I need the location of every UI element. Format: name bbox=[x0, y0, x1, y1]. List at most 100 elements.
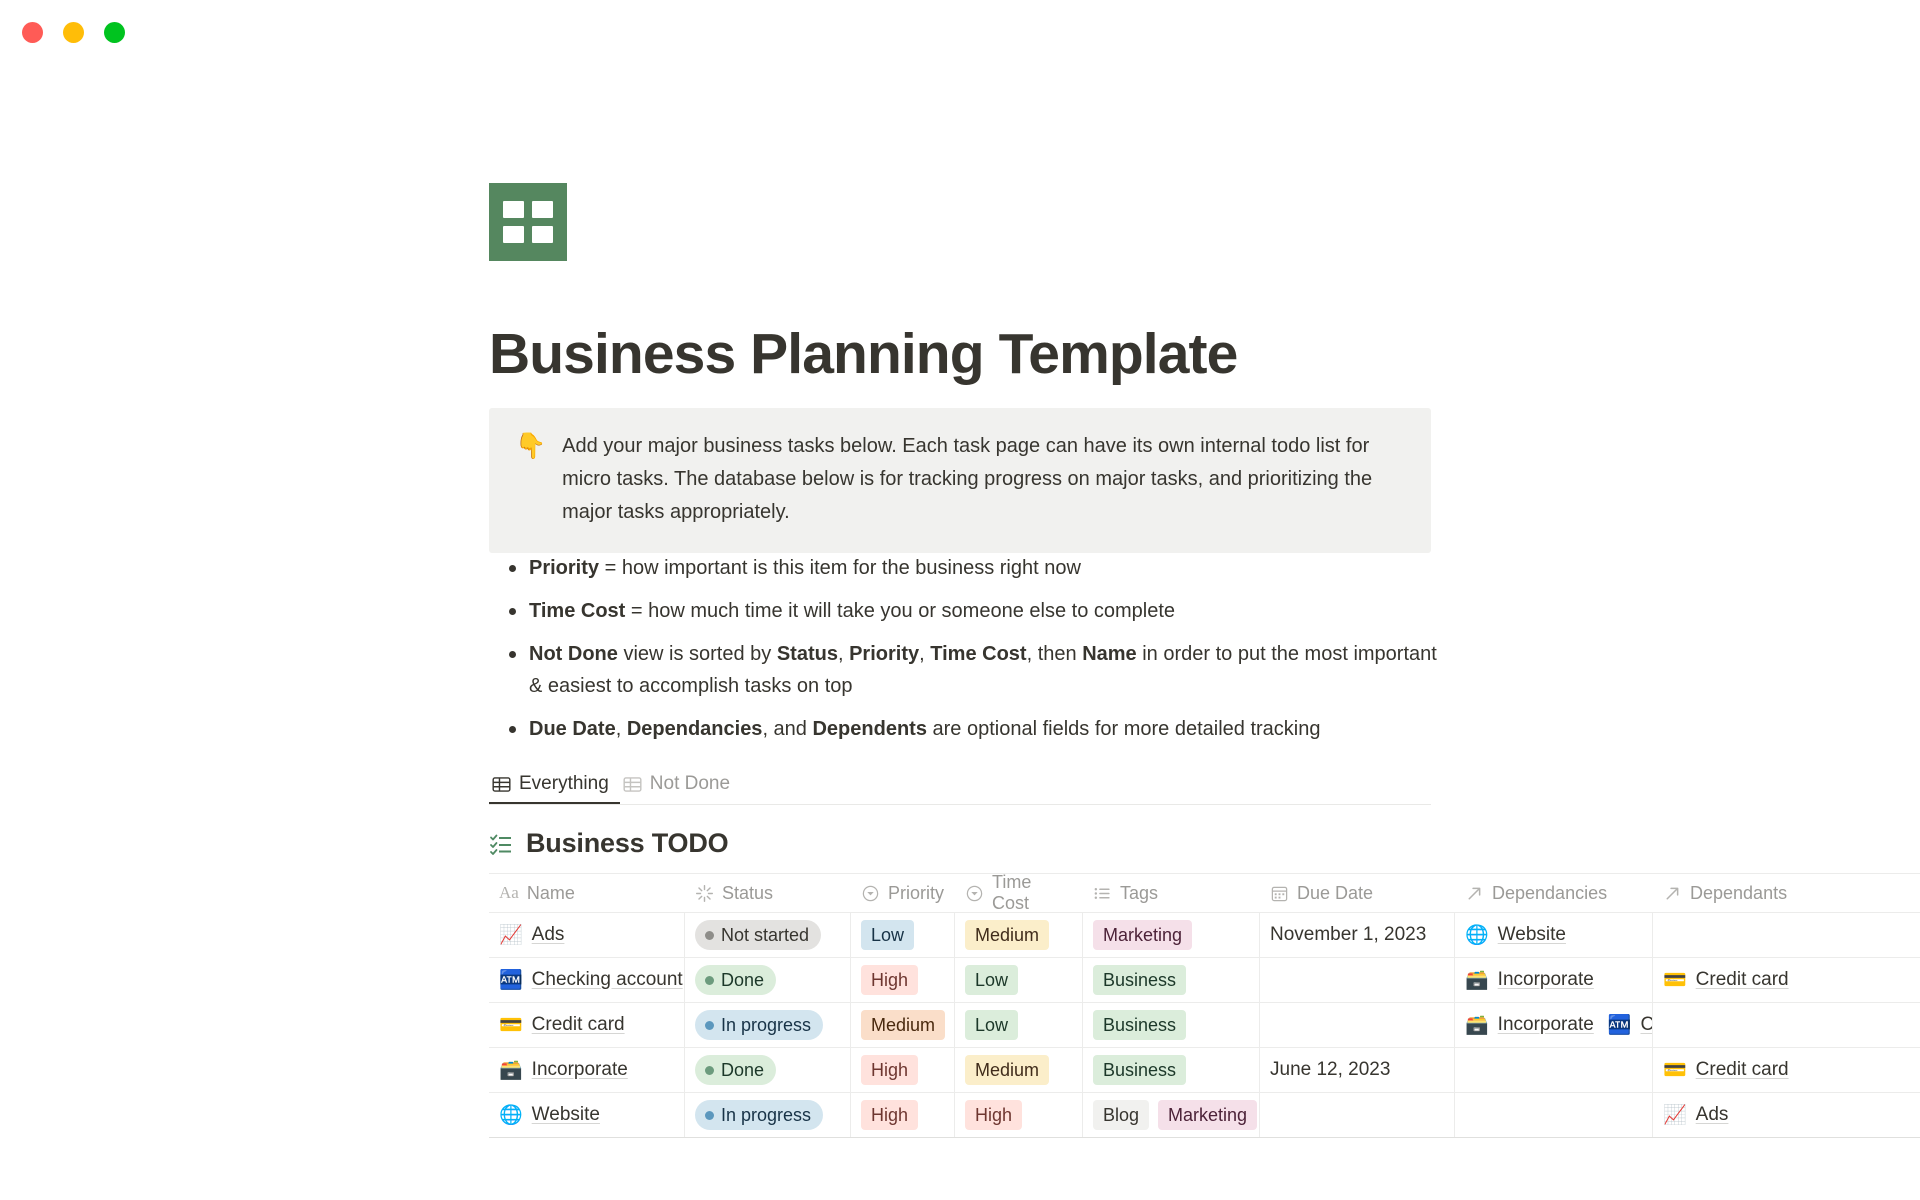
cell-dependants[interactable] bbox=[1653, 913, 1920, 957]
status-label: In progress bbox=[721, 1015, 812, 1035]
cell-dependants[interactable]: 📈 Ads bbox=[1653, 1093, 1920, 1137]
cell-time-cost[interactable]: Low bbox=[955, 958, 1083, 1002]
table-row[interactable]: 🌐 Website In progress High High Blog Marketing… bbox=[489, 1093, 1920, 1138]
cell-name[interactable]: 🌐 Website bbox=[489, 1093, 685, 1137]
cell-due-date[interactable]: November 1, 2023 bbox=[1260, 913, 1455, 957]
table-row[interactable]: 🏧 Checking account Done High Low Business 🗃️ In… bbox=[489, 958, 1920, 1003]
cell-status[interactable]: In progress bbox=[685, 1093, 851, 1137]
column-header-label: Due Date bbox=[1297, 882, 1374, 903]
database-view-tabs: Everything Not Done bbox=[489, 765, 1431, 805]
table-row[interactable]: 📈 Ads Not started Low Medium Marketing Novembe… bbox=[489, 913, 1920, 958]
cell-status[interactable]: Done bbox=[685, 958, 851, 1002]
status-label: In progress bbox=[721, 1105, 812, 1125]
cell-tags[interactable]: Blog Marketing bbox=[1083, 1093, 1260, 1137]
cell-dependancies[interactable]: 🗃️ Incorporate 🏧 Checking account bbox=[1455, 1003, 1653, 1047]
column-header-prio[interactable]: Priority bbox=[851, 874, 955, 912]
status-dot-icon bbox=[705, 1020, 714, 1030]
column-header-status[interactable]: Status bbox=[685, 874, 851, 912]
cell-status[interactable]: Done bbox=[685, 1048, 851, 1092]
page-link-credit-card[interactable]: 💳 Credit card bbox=[499, 1014, 625, 1036]
entity-emoji-icon: 🏧 bbox=[1607, 1014, 1632, 1036]
cell-name[interactable]: 🏧 Checking account bbox=[489, 958, 685, 1002]
column-header-label: Dependants bbox=[1690, 882, 1788, 903]
relation-link[interactable]: 💳 Credit card bbox=[1663, 969, 1789, 991]
bullet-text: = how important is this item for the bus… bbox=[599, 557, 1081, 579]
page-link-checking-account[interactable]: 🏧 Checking account bbox=[499, 969, 683, 991]
cell-dependants[interactable] bbox=[1653, 1003, 1920, 1047]
tab-not-done[interactable]: Not Done bbox=[620, 773, 741, 804]
page-icon-spreadsheet-icon[interactable] bbox=[489, 183, 567, 261]
due-date-value: November 1, 2023 bbox=[1270, 924, 1427, 945]
status-dot-icon bbox=[705, 975, 714, 985]
status-badge: Done bbox=[695, 965, 777, 995]
relation-link[interactable]: 🗃️ Incorporate bbox=[1465, 1014, 1594, 1036]
cell-tags[interactable]: Marketing bbox=[1083, 913, 1260, 957]
relation-link[interactable]: 🗃️ Incorporate bbox=[1465, 969, 1594, 991]
entity-label: Credit card bbox=[1695, 1059, 1789, 1080]
cell-name[interactable]: 💳 Credit card bbox=[489, 1003, 685, 1047]
cell-priority[interactable]: High bbox=[851, 1048, 955, 1092]
status-badge: In progress bbox=[695, 1010, 824, 1040]
cell-due-date[interactable] bbox=[1260, 1093, 1455, 1137]
cell-dependancies[interactable]: 🌐 Website bbox=[1455, 913, 1653, 957]
cell-dependants[interactable]: 💳 Credit card bbox=[1653, 1048, 1920, 1092]
due-date-value: June 12, 2023 bbox=[1270, 1059, 1391, 1080]
close-window-button[interactable] bbox=[22, 22, 43, 43]
cell-time-cost[interactable]: High bbox=[955, 1093, 1083, 1137]
cell-due-date[interactable]: June 12, 2023 bbox=[1260, 1048, 1455, 1092]
cell-tags[interactable]: Business bbox=[1083, 958, 1260, 1002]
relation-link[interactable]: 🌐 Website bbox=[1465, 924, 1566, 946]
column-header-tags[interactable]: Tags bbox=[1083, 874, 1260, 912]
relation-arrow-icon bbox=[1663, 884, 1682, 903]
cell-dependancies[interactable] bbox=[1455, 1048, 1653, 1092]
page-link-website[interactable]: 🌐 Website bbox=[499, 1104, 600, 1126]
relation-link[interactable]: 📈 Ads bbox=[1663, 1104, 1728, 1126]
cell-dependants[interactable]: 💳 Credit card bbox=[1653, 958, 1920, 1002]
column-header-due[interactable]: Due Date bbox=[1260, 874, 1455, 912]
cell-dependancies[interactable] bbox=[1455, 1093, 1653, 1137]
cell-time-cost[interactable]: Low bbox=[955, 1003, 1083, 1047]
column-header-dpt[interactable]: Dependants bbox=[1653, 874, 1920, 912]
table-row[interactable]: 💳 Credit card In progress Medium Low Business… bbox=[489, 1003, 1920, 1048]
cell-priority[interactable]: High bbox=[851, 958, 955, 1002]
cell-status[interactable]: Not started bbox=[685, 913, 851, 957]
priority-badge: Low bbox=[861, 920, 915, 950]
bullet-keyword: Name bbox=[1082, 643, 1137, 665]
column-header-name[interactable]: Aa Name bbox=[489, 874, 685, 912]
cell-priority[interactable]: Low bbox=[851, 913, 955, 957]
cell-status[interactable]: In progress bbox=[685, 1003, 851, 1047]
bullet-text: , bbox=[837, 643, 850, 665]
cell-due-date[interactable] bbox=[1260, 1003, 1455, 1047]
cell-name[interactable]: 📈 Ads bbox=[489, 913, 685, 957]
entity-label: Website bbox=[1497, 924, 1566, 945]
database-title-row: Business TODO bbox=[489, 828, 729, 859]
cell-name[interactable]: 🗃️ Incorporate bbox=[489, 1048, 685, 1092]
multiselect-list-icon bbox=[1093, 884, 1112, 903]
entity-label: Incorporate bbox=[1497, 1014, 1594, 1035]
time-cost-badge: Medium bbox=[965, 920, 1050, 950]
table-grid-icon bbox=[492, 775, 511, 794]
maximize-window-button[interactable] bbox=[104, 22, 125, 43]
cell-priority[interactable]: High bbox=[851, 1093, 955, 1137]
cell-tags[interactable]: Business bbox=[1083, 1048, 1260, 1092]
page-link-incorporate[interactable]: 🗃️ Incorporate bbox=[499, 1059, 628, 1081]
database-title[interactable]: Business TODO bbox=[526, 828, 729, 859]
entity-emoji-icon: 🌐 bbox=[1465, 924, 1489, 946]
column-header-time[interactable]: Time Cost bbox=[955, 872, 1083, 913]
column-header-dep[interactable]: Dependancies bbox=[1455, 874, 1653, 912]
cell-tags[interactable]: Business bbox=[1083, 1003, 1260, 1047]
cell-priority[interactable]: Medium bbox=[851, 1003, 955, 1047]
relation-link[interactable]: 💳 Credit card bbox=[1663, 1059, 1789, 1081]
cell-time-cost[interactable]: Medium bbox=[955, 1048, 1083, 1092]
cell-dependancies[interactable]: 🗃️ Incorporate bbox=[1455, 958, 1653, 1002]
table-row[interactable]: 🗃️ Incorporate Done High Medium Business June … bbox=[489, 1048, 1920, 1093]
bullet-text: , bbox=[919, 643, 931, 665]
cell-due-date[interactable] bbox=[1260, 958, 1455, 1002]
page-link-ads[interactable]: 📈 Ads bbox=[499, 924, 564, 946]
cell-time-cost[interactable]: Medium bbox=[955, 913, 1083, 957]
column-header-label: Status bbox=[722, 882, 774, 903]
relation-link[interactable]: 🏧 Checking account bbox=[1607, 1014, 1652, 1036]
minimize-window-button[interactable] bbox=[63, 22, 84, 43]
tab-everything[interactable]: Everything bbox=[489, 773, 620, 804]
bullet-keyword: Not Done bbox=[529, 643, 618, 665]
